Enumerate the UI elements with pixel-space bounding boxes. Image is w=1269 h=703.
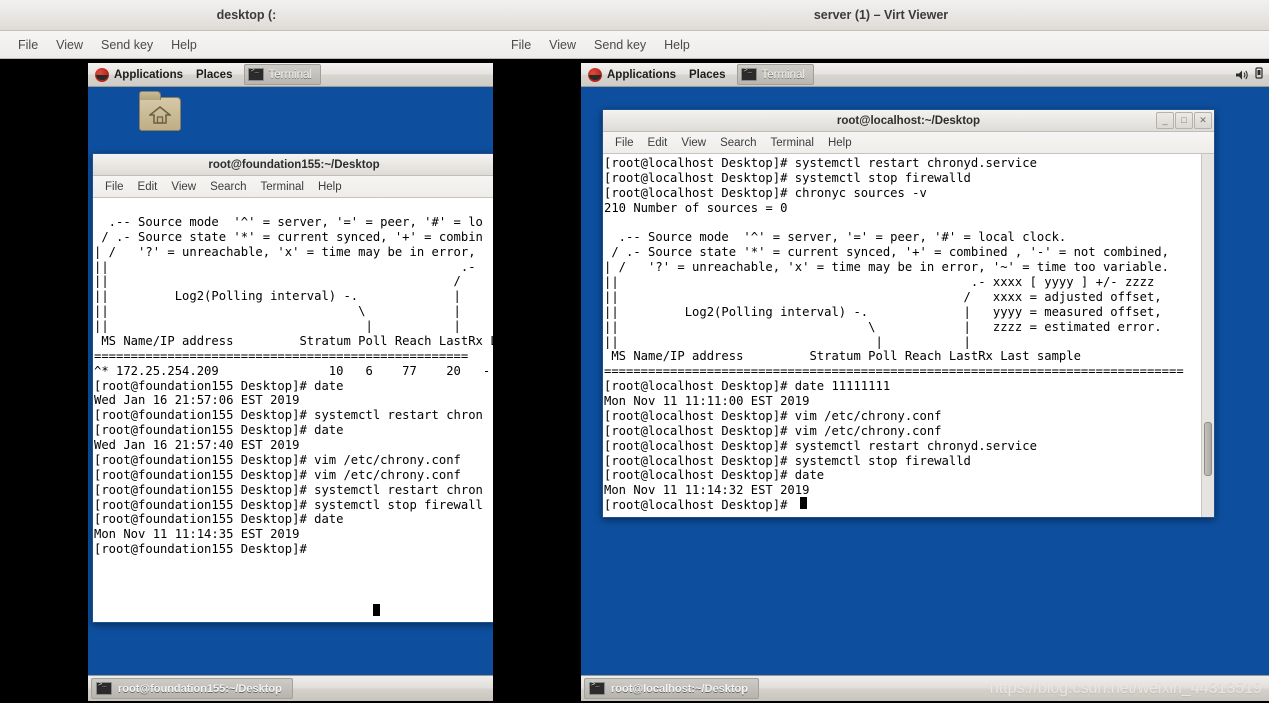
left-term-menu-file[interactable]: File: [98, 179, 131, 195]
left-panel-task-terminal[interactable]: Terminal: [244, 64, 321, 85]
left-taskbar-item-label: root@foundation155:~/Desktop: [118, 682, 282, 695]
right-places-label: Places: [689, 68, 726, 81]
right-terminal-menubar: File Edit View Search Terminal Help: [603, 132, 1214, 154]
left-window-title: desktop (:: [216, 8, 277, 22]
left-menu-file[interactable]: File: [9, 35, 47, 55]
right-panel-tray: [1235, 67, 1269, 82]
terminal-icon: [248, 67, 265, 81]
left-desktop-home-folder[interactable]: [125, 91, 195, 131]
left-applications-label: Applications: [114, 68, 184, 81]
right-places-menu[interactable]: Places: [683, 69, 731, 81]
right-term-menu-help[interactable]: Help: [821, 135, 859, 151]
left-applications-menu[interactable]: Applications: [88, 67, 190, 82]
right-terminal-window: root@localhost:~/Desktop _ □ ✕ File Edit…: [602, 109, 1215, 518]
virt-viewer-window-left: desktop (: File View Send key Help Appli…: [0, 0, 493, 703]
minimize-button[interactable]: _: [1156, 112, 1174, 129]
text-cursor-icon: [373, 604, 380, 616]
right-term-menu-search[interactable]: Search: [713, 135, 763, 151]
left-guest-screen: Applications Places Terminal: [0, 60, 493, 703]
right-menu-help[interactable]: Help: [655, 35, 699, 55]
right-term-menu-edit[interactable]: Edit: [641, 135, 675, 151]
left-term-menu-view[interactable]: View: [164, 179, 203, 195]
right-guest-screen: Applications Places Terminal: [493, 60, 1269, 703]
redhat-icon: [95, 67, 109, 82]
right-gnome-bottom-panel: root@localhost:~/Desktop https://blog.cs…: [581, 675, 1269, 701]
right-terminal-titlebar: root@localhost:~/Desktop _ □ ✕: [603, 110, 1214, 132]
left-menu-help[interactable]: Help: [162, 35, 206, 55]
right-gnome-top-panel: Applications Places Terminal: [581, 63, 1269, 87]
right-term-menu-file[interactable]: File: [608, 135, 641, 151]
left-term-menu-terminal[interactable]: Terminal: [254, 179, 311, 195]
left-menu-send-key[interactable]: Send key: [92, 35, 162, 55]
right-taskbar-item-terminal[interactable]: root@localhost:~/Desktop: [584, 678, 759, 699]
right-term-menu-view[interactable]: View: [674, 135, 713, 151]
house-glyph-icon: [149, 105, 171, 124]
right-terminal-title: root@localhost:~/Desktop: [836, 114, 981, 127]
left-term-menu-edit[interactable]: Edit: [131, 179, 165, 195]
right-taskbar-item-label: root@localhost:~/Desktop: [611, 682, 748, 695]
left-window-titlebar: desktop (:: [0, 0, 493, 31]
close-button[interactable]: ✕: [1194, 112, 1212, 129]
left-window-menubar: File View Send key Help: [0, 31, 493, 59]
right-window-menubar: File View Send key Help: [493, 31, 1269, 59]
terminal-icon: [589, 681, 605, 695]
redhat-icon: [588, 67, 602, 82]
virt-viewer-window-right: server (1) – Virt Viewer File View Send …: [493, 0, 1269, 703]
right-menu-file[interactable]: File: [502, 35, 540, 55]
left-term-menu-help[interactable]: Help: [311, 179, 349, 195]
right-term-menu-terminal[interactable]: Terminal: [764, 135, 821, 151]
volume-icon[interactable]: [1235, 69, 1248, 81]
left-places-menu[interactable]: Places: [190, 69, 238, 81]
right-applications-label: Applications: [607, 68, 677, 81]
right-menu-view[interactable]: View: [540, 35, 585, 55]
left-term-menu-search[interactable]: Search: [203, 179, 253, 195]
right-menu-send-key[interactable]: Send key: [585, 35, 655, 55]
network-icon[interactable]: [1254, 67, 1264, 82]
right-terminal-output[interactable]: [root@localhost Desktop]# systemctl rest…: [603, 154, 1201, 517]
right-terminal-scrollbar[interactable]: [1201, 154, 1214, 517]
right-window-titlebar: server (1) – Virt Viewer: [493, 0, 1269, 31]
left-terminal-output[interactable]: .-- Source mode '^' = server, '=' = peer…: [93, 198, 493, 622]
right-panel-task-label: Terminal: [761, 68, 805, 81]
left-terminal-titlebar: root@foundation155:~/Desktop: [93, 154, 493, 176]
left-places-label: Places: [196, 68, 233, 81]
home-folder-icon: [139, 91, 181, 131]
screen-root: desktop (: File View Send key Help Appli…: [0, 0, 1269, 703]
terminal-icon: [96, 681, 112, 695]
csdn-watermark: https://blog.csdn.net/weixin_44313519: [989, 679, 1262, 697]
right-applications-menu[interactable]: Applications: [581, 67, 683, 82]
scrollbar-thumb[interactable]: [1204, 422, 1212, 476]
left-menu-view[interactable]: View: [47, 35, 92, 55]
left-terminal-menubar: File Edit View Search Terminal Help: [93, 176, 493, 198]
maximize-button[interactable]: □: [1175, 112, 1193, 129]
right-panel-task-terminal[interactable]: Terminal: [737, 64, 814, 85]
left-terminal-body[interactable]: .-- Source mode '^' = server, '=' = peer…: [93, 198, 493, 622]
left-gnome-bottom-panel: root@foundation155:~/Desktop: [88, 675, 493, 701]
left-gnome-top-panel: Applications Places Terminal: [88, 63, 493, 87]
right-terminal-cursor: [800, 494, 807, 512]
left-terminal-title: root@foundation155:~/Desktop: [208, 158, 380, 171]
left-terminal-window: root@foundation155:~/Desktop File Edit V…: [92, 153, 493, 623]
right-terminal-body[interactable]: [root@localhost Desktop]# systemctl rest…: [603, 154, 1214, 517]
left-panel-task-label: Terminal: [268, 68, 312, 81]
left-terminal-cursor: [373, 601, 380, 619]
terminal-icon: [741, 67, 758, 81]
right-window-title: server (1) – Virt Viewer: [813, 8, 949, 22]
text-cursor-icon: [800, 497, 807, 509]
right-terminal-window-buttons: _ □ ✕: [1156, 112, 1212, 129]
left-taskbar-item-terminal[interactable]: root@foundation155:~/Desktop: [91, 678, 293, 699]
